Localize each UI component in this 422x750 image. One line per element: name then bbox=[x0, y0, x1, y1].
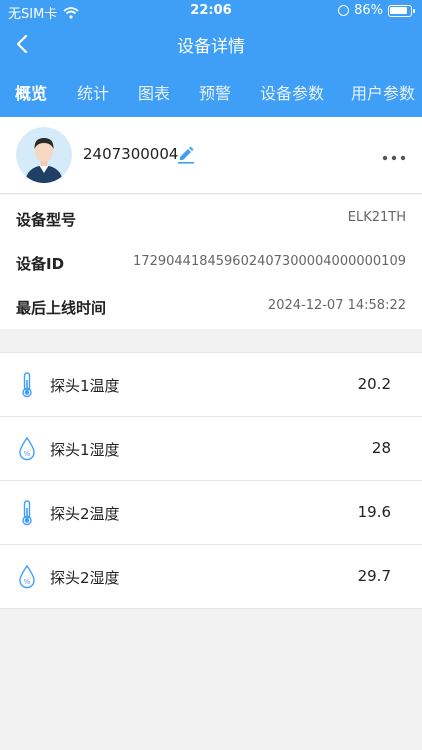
tab-bar: 概览 统计 图表 预警 设备参数 用户参数 bbox=[0, 76, 422, 108]
status-bar: 无SIM卡 22:06 86% bbox=[0, 0, 422, 22]
info-row-model: 设备型号 ELK21TH bbox=[16, 207, 406, 231]
humidity-drop-icon: % bbox=[19, 564, 35, 589]
page-title: 设备详情 bbox=[177, 37, 245, 57]
tab-statistics[interactable]: 统计 bbox=[77, 80, 109, 104]
thermometer-icon bbox=[22, 500, 32, 526]
device-info: 设备型号 ELK21TH 设备ID 1729044184596024073000… bbox=[0, 195, 422, 329]
header: 无SIM卡 22:06 86% 设备详情 概览 统计 图表 预警 设备参数 用户… bbox=[0, 0, 422, 117]
nav-bar: 设备详情 bbox=[0, 22, 422, 66]
avatar bbox=[16, 127, 72, 183]
tab-user-params[interactable]: 用户参数 bbox=[351, 80, 415, 104]
device-profile: 2407300004 bbox=[0, 117, 422, 194]
more-options-button[interactable] bbox=[380, 149, 408, 161]
svg-text:%: % bbox=[24, 450, 31, 458]
info-value: 2024-12-07 14:58:22 bbox=[267, 298, 406, 313]
info-label: 设备型号 bbox=[16, 211, 77, 229]
svg-text:%: % bbox=[24, 578, 31, 586]
orientation-lock-icon bbox=[338, 5, 350, 16]
info-label: 设备ID bbox=[16, 255, 65, 273]
list-item[interactable]: 探头1温度 20.2 bbox=[0, 353, 422, 417]
thermometer-icon bbox=[22, 372, 32, 398]
info-label: 最后上线时间 bbox=[16, 299, 107, 317]
sensor-value: 20.2 bbox=[357, 375, 391, 393]
more-dots-icon bbox=[382, 155, 406, 161]
battery-icon bbox=[388, 4, 415, 17]
tab-overview[interactable]: 概览 bbox=[15, 80, 47, 104]
info-row-device-id: 设备ID 17290441845960240730000400000010​9 bbox=[16, 251, 406, 275]
battery-percent: 86% bbox=[354, 3, 383, 18]
sensor-value: 19.6 bbox=[357, 503, 391, 521]
sensor-value: 29.7 bbox=[357, 567, 391, 585]
list-item[interactable]: % 探头1湿度 28 bbox=[0, 417, 422, 481]
sensor-label: 探头2温度 bbox=[50, 505, 120, 523]
info-value: 17290441845960240730000400000010​9 bbox=[133, 254, 406, 269]
sensor-list: 探头1温度 20.2 % 探头1湿度 28 探头2温度 19.6 % 探头2湿度… bbox=[0, 352, 422, 609]
tab-charts[interactable]: 图表 bbox=[138, 80, 170, 104]
list-item[interactable]: % 探头2湿度 29.7 bbox=[0, 545, 422, 609]
tab-device-params[interactable]: 设备参数 bbox=[260, 80, 324, 104]
edit-pencil-icon[interactable] bbox=[176, 144, 196, 164]
info-value: ELK21TH bbox=[347, 210, 406, 225]
list-item[interactable]: 探头2温度 19.6 bbox=[0, 481, 422, 545]
sensor-label: 探头1湿度 bbox=[50, 441, 120, 459]
tab-alerts[interactable]: 预警 bbox=[199, 80, 231, 104]
device-name: 2407300004 bbox=[83, 145, 179, 163]
sensor-label: 探头1温度 bbox=[50, 377, 120, 395]
sensor-value: 28 bbox=[371, 439, 391, 457]
status-right: 86% bbox=[338, 3, 415, 18]
info-row-last-online: 最后上线时间 2024-12-07 14:58:22 bbox=[16, 295, 406, 319]
humidity-drop-icon: % bbox=[19, 436, 35, 461]
sensor-label: 探头2湿度 bbox=[50, 569, 120, 587]
